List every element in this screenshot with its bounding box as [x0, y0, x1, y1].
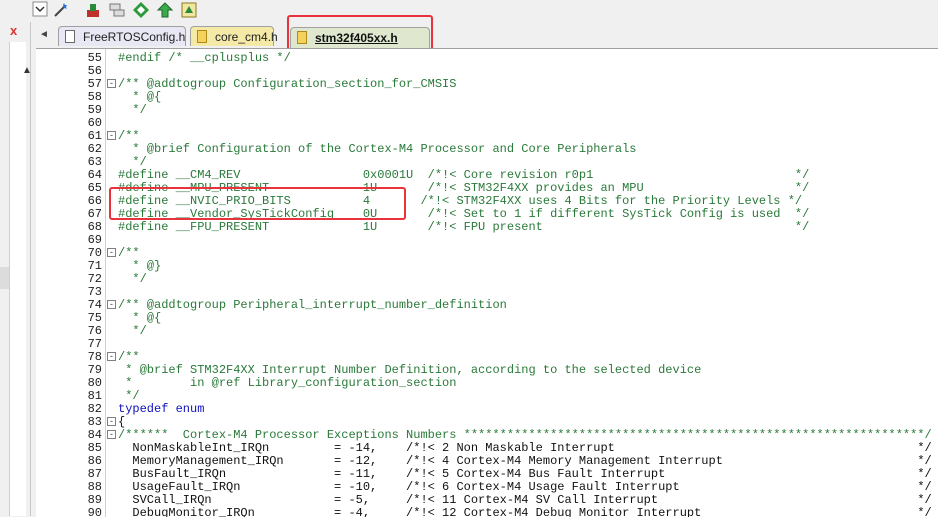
header-file-icon — [197, 30, 207, 43]
panel-splitter[interactable] — [0, 267, 9, 289]
fold-toggle-icon[interactable]: - — [107, 417, 116, 426]
annotation-box-nvic-prio-bits — [109, 187, 406, 220]
code-text: /** @addtogroup Peripheral_interrupt_num… — [118, 298, 507, 312]
green-arrow-icon[interactable] — [156, 1, 174, 19]
annotation-box-tab — [287, 15, 433, 51]
dropdown-arrow-icon[interactable] — [32, 1, 50, 19]
toolbar — [0, 0, 938, 22]
fold-toggle-icon[interactable]: - — [107, 352, 116, 361]
code-line[interactable]: 82 typedef enum — [36, 403, 938, 416]
code-line[interactable]: 62 * @brief Configuration of the Cortex-… — [36, 143, 938, 156]
code-line[interactable]: 69 — [36, 234, 938, 247]
code-editor[interactable]: 55 #endif /* __cplusplus */56 57-/** @addt… — [36, 48, 938, 517]
tab-core-cm4[interactable]: core_cm4.h — [190, 26, 278, 46]
code-line[interactable]: 58 * @{ — [36, 91, 938, 104]
tab-scroll-left-icon[interactable]: ◄ — [39, 29, 49, 40]
code-text: * in @ref Library_configuration_section — [118, 376, 457, 390]
stack-icon[interactable] — [108, 1, 126, 19]
tab-freertosconfig[interactable]: FreeRTOSConfig.h — [58, 26, 186, 46]
code-line[interactable]: 76 */ — [36, 325, 938, 338]
code-line[interactable]: 75 * @{ — [36, 312, 938, 325]
code-text: */ — [118, 272, 147, 286]
code-line[interactable]: 55 #endif /* __cplusplus */ — [36, 52, 938, 65]
code-line[interactable]: 80 * in @ref Library_configuration_secti… — [36, 377, 938, 390]
tab-label: core_cm4.h — [215, 30, 278, 44]
document-icon — [65, 30, 75, 43]
fold-toggle-icon[interactable]: - — [107, 430, 116, 439]
code-line[interactable]: 68 #define __FPU_PRESENT 1U /*!< FPU pres… — [36, 221, 938, 234]
code-text: #endif /* __cplusplus */ — [118, 51, 291, 65]
manage-icon[interactable] — [180, 1, 198, 19]
fold-toggle-icon[interactable]: - — [107, 248, 116, 257]
code-text: * @brief Configuration of the Cortex-M4 … — [118, 142, 637, 156]
code-line[interactable]: 60 — [36, 117, 938, 130]
project-panel: x ▲ — [0, 22, 32, 516]
configure-icon[interactable] — [84, 1, 102, 19]
code-line[interactable]: 71 * @} — [36, 260, 938, 273]
code-text: #define __FPU_PRESENT 1U /*!< FPU presen… — [118, 220, 810, 234]
fold-toggle-icon[interactable]: - — [107, 300, 116, 309]
green-diamond-icon[interactable] — [132, 1, 150, 19]
scroll-up-icon[interactable]: ▲ — [22, 66, 32, 76]
fold-toggle-icon[interactable]: - — [107, 79, 116, 88]
code-line[interactable]: 70-/** — [36, 247, 938, 260]
code-text: */ — [118, 103, 147, 117]
code-line[interactable]: 57-/** @addtogroup Configuration_section… — [36, 78, 938, 91]
editor-tab-bar: ◄ FreeRTOSConfig.h core_cm4.h stm32f405x… — [34, 22, 938, 48]
code-text: typedef enum — [118, 402, 205, 416]
code-text: */ — [118, 324, 147, 338]
close-icon[interactable]: x — [10, 24, 17, 38]
tab-label: FreeRTOSConfig.h — [83, 30, 186, 44]
magic-wand-icon[interactable] — [52, 1, 70, 19]
panel-scrollbar[interactable]: ▲ — [9, 42, 32, 516]
code-line[interactable]: 72 */ — [36, 273, 938, 286]
code-line[interactable]: 59 */ — [36, 104, 938, 117]
code-line[interactable]: 77 — [36, 338, 938, 351]
code-text: /** @addtogroup Configuration_section_fo… — [118, 77, 457, 91]
code-line[interactable]: 74-/** @addtogroup Peripheral_interrupt_… — [36, 299, 938, 312]
fold-toggle-icon[interactable]: - — [107, 131, 116, 140]
